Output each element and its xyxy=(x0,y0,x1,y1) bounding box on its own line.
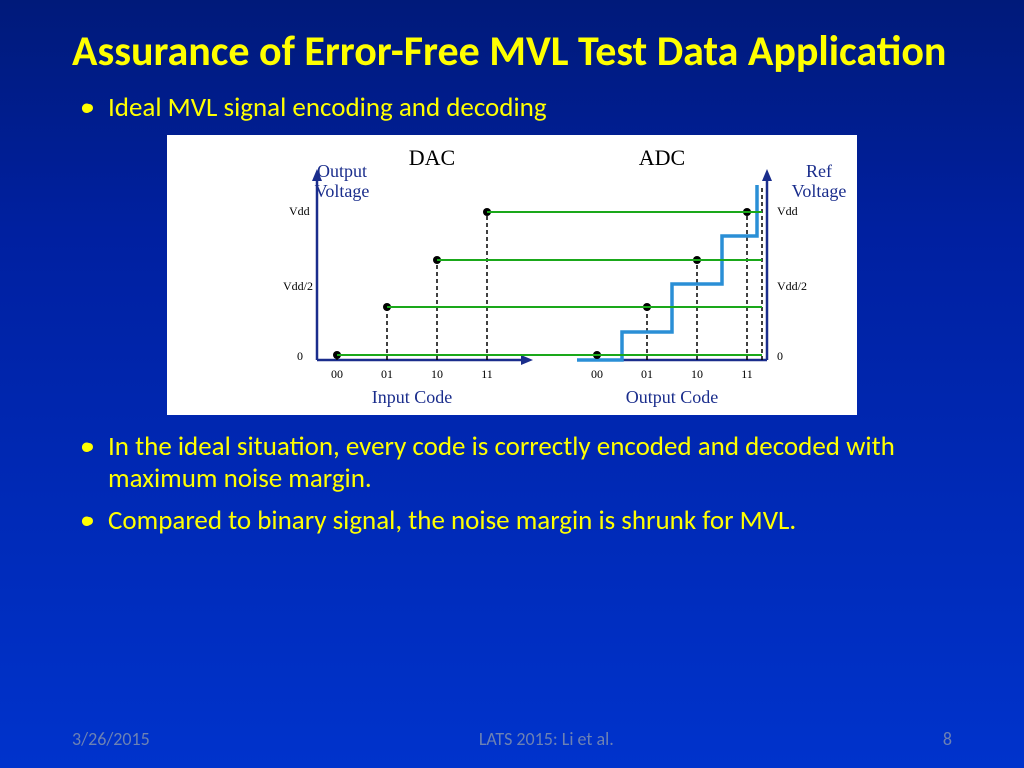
dac-xtick-11: 11 xyxy=(481,367,493,381)
adc-xtick-10: 10 xyxy=(691,367,703,381)
dac-xtick-00: 00 xyxy=(331,367,343,381)
adc-ylabel-line1: Ref xyxy=(806,161,832,181)
adc-title: ADC xyxy=(639,145,685,170)
footer-center: LATS 2015: Li et al. xyxy=(150,728,943,750)
chart-container: DAC Output Voltage Vdd Vdd/2 0 00 xyxy=(0,135,1024,415)
dac-adc-diagram: DAC Output Voltage Vdd Vdd/2 0 00 xyxy=(167,135,857,415)
dac-ytick-vdd: Vdd xyxy=(289,204,310,218)
adc-ylabel-line2: Voltage xyxy=(792,181,847,201)
dac-xtick-10: 10 xyxy=(431,367,443,381)
bullet-item: Ideal MVL signal encoding and decoding xyxy=(108,92,952,124)
adc-ytick-vdd: Vdd xyxy=(777,204,798,218)
footer-page: 8 xyxy=(943,728,952,750)
slide-footer: 3/26/2015 LATS 2015: Li et al. 8 xyxy=(0,728,1024,750)
bullet-item: In the ideal situation, every code is co… xyxy=(108,431,952,496)
adc-xtick-00: 00 xyxy=(591,367,603,381)
footer-date: 3/26/2015 xyxy=(72,728,150,750)
dac-ytick-0: 0 xyxy=(297,349,303,363)
dac-ylabel-line1: Output xyxy=(317,161,367,181)
dac-title: DAC xyxy=(409,145,455,170)
slide-title: Assurance of Error-Free MVL Test Data Ap… xyxy=(0,0,1024,88)
dac-xtick-01: 01 xyxy=(381,367,393,381)
dac-ytick-vdd2: Vdd/2 xyxy=(283,279,313,293)
dac-ylabel-line2: Voltage xyxy=(315,181,370,201)
adc-xlabel: Output Code xyxy=(626,387,719,407)
adc-xtick-01: 01 xyxy=(641,367,653,381)
adc-ytick-vdd2: Vdd/2 xyxy=(777,279,807,293)
adc-ytick-0: 0 xyxy=(777,349,783,363)
adc-xtick-11: 11 xyxy=(741,367,753,381)
bullet-item: Compared to binary signal, the noise mar… xyxy=(108,505,952,537)
dac-xlabel: Input Code xyxy=(372,387,453,407)
bullet-list-lower: In the ideal situation, every code is co… xyxy=(0,427,1024,538)
bullet-list: Ideal MVL signal encoding and decoding xyxy=(0,88,1024,124)
